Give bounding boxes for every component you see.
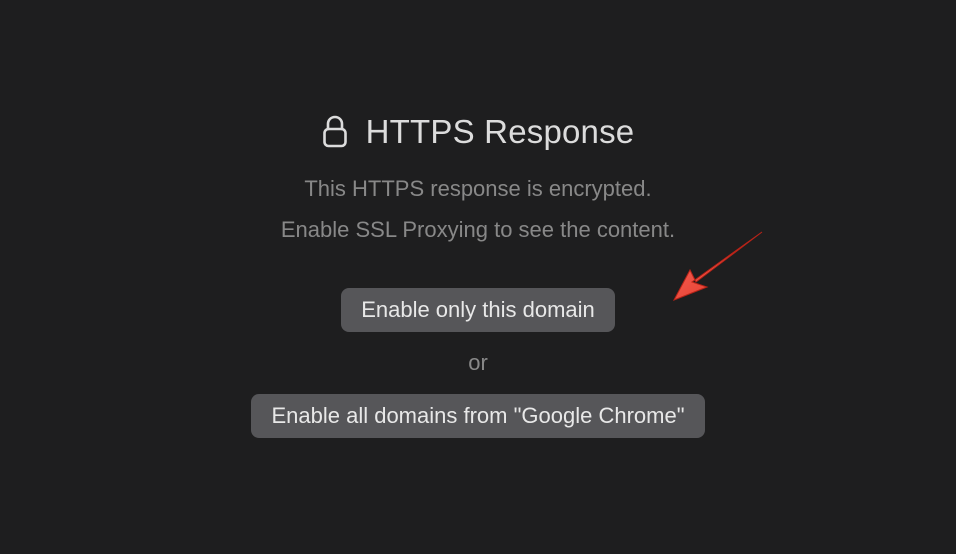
page-title: HTTPS Response — [366, 113, 635, 151]
enable-only-this-domain-button[interactable]: Enable only this domain — [341, 288, 615, 332]
lock-icon — [322, 115, 348, 149]
https-response-panel: HTTPS Response This HTTPS response is en… — [251, 113, 704, 438]
or-separator: or — [468, 350, 488, 376]
title-row: HTTPS Response — [322, 113, 635, 151]
subtitle-line-2: Enable SSL Proxying to see the content. — [281, 217, 675, 242]
subtitle-line-1: This HTTPS response is encrypted. — [304, 176, 651, 201]
subtitle: This HTTPS response is encrypted. Enable… — [281, 169, 675, 250]
enable-all-domains-button[interactable]: Enable all domains from "Google Chrome" — [251, 394, 704, 438]
